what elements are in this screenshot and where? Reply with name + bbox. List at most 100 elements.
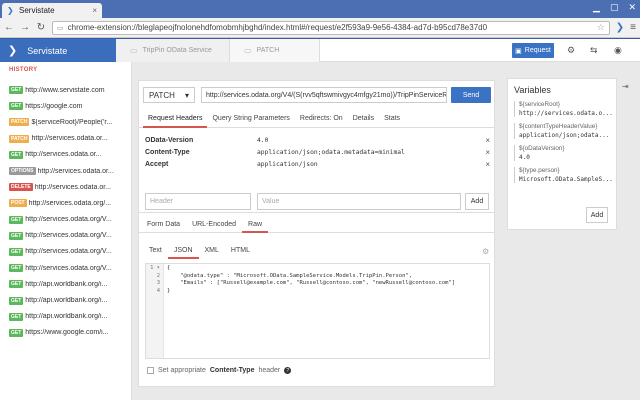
app-name: Servistate bbox=[27, 45, 68, 56]
method-badge: OPTIONS bbox=[9, 167, 36, 176]
send-button[interactable]: Send bbox=[451, 87, 491, 103]
folder-icon: ▭ bbox=[130, 46, 138, 55]
history-item[interactable]: GET http://api.worldbank.org/i... bbox=[9, 292, 129, 308]
tab-body-1[interactable]: URL-Encoded bbox=[186, 217, 242, 233]
browser-tab[interactable]: ❯ Servistate × bbox=[2, 3, 102, 18]
history-item[interactable]: GET http://api.worldbank.org/i... bbox=[9, 309, 129, 325]
help-icon[interactable]: ? bbox=[284, 367, 292, 374]
history-item[interactable]: POST http://services.odata.org/... bbox=[9, 195, 129, 211]
editor-code[interactable]: { "@odata.type" : "Microsoft.OData.Sampl… bbox=[164, 264, 489, 358]
variables-title: Variables bbox=[514, 85, 551, 95]
remove-header-icon[interactable]: × bbox=[482, 160, 490, 169]
line-number: 2 bbox=[156, 272, 160, 279]
header-value[interactable]: 4.0 bbox=[257, 137, 482, 144]
reload-icon[interactable]: ↻ bbox=[36, 22, 46, 33]
page-info-icon[interactable]: ▭ bbox=[57, 24, 64, 32]
history-url: http://services.odata.or... bbox=[37, 167, 114, 175]
breadcrumb-collection[interactable]: ▭ TripPin OData Service bbox=[116, 39, 230, 62]
header-name[interactable]: OData-Version bbox=[145, 137, 257, 144]
omnibox-url[interactable]: chrome-extension://bleglapeojfnolonehdfo… bbox=[68, 23, 487, 32]
ct-label-prefix: Set appropriate bbox=[158, 367, 206, 374]
code-editor[interactable]: 1 ▾ 2 3 4 { "@odata.type" : "Microsoft.ODat… bbox=[145, 263, 490, 359]
header-value[interactable]: application/json bbox=[257, 161, 482, 168]
header-name[interactable]: Accept bbox=[145, 161, 257, 168]
add-header-button[interactable]: Add bbox=[465, 193, 489, 210]
close-window-icon[interactable]: ✕ bbox=[628, 2, 636, 13]
tab-request-0[interactable]: Request Headers bbox=[143, 112, 208, 128]
history-item[interactable]: GET http://services.odata.org/V... bbox=[9, 212, 129, 228]
remove-header-icon[interactable]: × bbox=[482, 148, 490, 157]
history-url: http://services.odata.or... bbox=[34, 183, 111, 191]
tab-format-1[interactable]: JSON bbox=[167, 245, 199, 259]
line-number: 1 ▾ bbox=[150, 265, 160, 271]
variable-item[interactable]: ${oDataVersion} 4.0 bbox=[514, 145, 613, 161]
code-line[interactable]: } bbox=[167, 288, 489, 296]
tab-body-2[interactable]: Raw bbox=[242, 217, 269, 233]
new-request-button[interactable]: ▣ Request bbox=[512, 43, 554, 58]
history-item[interactable]: GET http://services.odata.org/V... bbox=[9, 260, 129, 276]
tab-format-3[interactable]: HTML bbox=[225, 245, 256, 259]
code-line[interactable]: "@odata.type" : "Microsoft.OData.SampleS… bbox=[167, 273, 489, 281]
history-item[interactable]: PATCH http://services.odata.or... bbox=[9, 131, 129, 147]
maximize-icon[interactable]: ▢ bbox=[610, 2, 619, 13]
remove-header-icon[interactable]: × bbox=[482, 136, 490, 145]
brand[interactable]: ❯ Servistate bbox=[0, 39, 116, 62]
history-item[interactable]: DELETE http://services.odata.or... bbox=[9, 179, 129, 195]
header-value[interactable]: application/json;odata.metadata=minimal bbox=[257, 149, 482, 156]
method-select[interactable]: PATCH ▾ bbox=[143, 87, 195, 103]
tab-close-icon[interactable]: × bbox=[92, 6, 97, 15]
code-line[interactable]: { bbox=[167, 265, 489, 273]
editor-settings-icon[interactable]: ⚙ bbox=[482, 247, 489, 256]
method-badge: PATCH bbox=[9, 134, 30, 143]
history-item[interactable]: GET http://api.worldbank.org/i... bbox=[9, 276, 129, 292]
new-value-input[interactable]: Value bbox=[257, 193, 461, 210]
tab-request-4[interactable]: Stats bbox=[379, 112, 405, 128]
gear-icon[interactable]: ⚙ bbox=[567, 45, 575, 56]
browser-menu-icon[interactable]: ≡ bbox=[630, 22, 636, 33]
tab-request-1[interactable]: Query String Parameters bbox=[207, 112, 294, 128]
tab-format-2[interactable]: XML bbox=[199, 245, 225, 259]
method-badge: GET bbox=[9, 102, 24, 111]
header-row: Accept application/json × bbox=[145, 158, 490, 170]
variables-panel: Variables ${serviceRoot} http://services.… bbox=[507, 78, 617, 230]
variable-item[interactable]: ${serviceRoot} http://services.odata.o... bbox=[514, 101, 613, 117]
method-badge: GET bbox=[9, 150, 24, 159]
history-item[interactable]: GET http://services.odata.org/V... bbox=[9, 244, 129, 260]
tab-format-0[interactable]: Text bbox=[143, 245, 168, 259]
variable-value: application/json;odata... bbox=[519, 132, 610, 139]
content-type-checkbox[interactable] bbox=[147, 367, 154, 374]
back-icon[interactable]: ← bbox=[4, 22, 14, 33]
omnibox[interactable]: ▭ chrome-extension://bleglapeojfnolonehd… bbox=[52, 20, 610, 35]
history-item[interactable]: GET http://www.servistate.com bbox=[9, 82, 129, 98]
url-input[interactable]: http://services.odata.org/V4/(S(rvv5qfts… bbox=[201, 87, 447, 103]
bookmark-star-icon[interactable]: ☆ bbox=[597, 22, 605, 33]
history-item[interactable]: OPTIONS http://services.odata.or... bbox=[9, 163, 129, 179]
swap-icon[interactable]: ⇆ bbox=[590, 45, 598, 56]
minimize-icon[interactable]: ▁ bbox=[593, 2, 600, 13]
history-item[interactable]: GET https://google.com bbox=[9, 98, 129, 114]
history-item[interactable]: GET http://services.odata.or... bbox=[9, 147, 129, 163]
history-item[interactable]: GET http://services.odata.org/V... bbox=[9, 228, 129, 244]
history-url: http://services.odata.org/V... bbox=[25, 216, 112, 224]
header-name[interactable]: Content-Type bbox=[145, 149, 257, 156]
breadcrumb-request[interactable]: ▭ PATCH bbox=[230, 39, 320, 62]
breadcrumb: ▭ TripPin OData Service ▭ PATCH bbox=[116, 39, 320, 62]
tab-request-2[interactable]: Redirects: On bbox=[295, 112, 348, 128]
new-header-input[interactable]: Header bbox=[145, 193, 251, 210]
body-panel: Form Data URL-Encoded Raw Text JSON XML HTML … bbox=[138, 212, 495, 387]
variable-name: ${oDataVersion} bbox=[519, 145, 565, 152]
history-item[interactable]: PATCH ${serviceRoot}/People('r... bbox=[9, 114, 129, 130]
collapse-panel-icon[interactable]: ⇥ bbox=[622, 82, 629, 91]
code-line[interactable]: "Emails" : ["Russell@example.com", "Russ… bbox=[167, 280, 489, 288]
forward-icon[interactable]: → bbox=[20, 22, 30, 33]
tab-request-3[interactable]: Details bbox=[348, 112, 379, 128]
globe-icon[interactable]: ◉ bbox=[614, 45, 622, 56]
tab-body-0[interactable]: Form Data bbox=[141, 217, 186, 233]
format-tabs: Text JSON XML HTML bbox=[143, 245, 256, 259]
add-variable-button[interactable]: Add bbox=[586, 207, 608, 223]
variable-item[interactable]: ${contentTypeHeaderValue} application/jso… bbox=[514, 123, 613, 139]
history-item[interactable]: GET https://www.google.com/i... bbox=[9, 325, 129, 341]
servistate-extension-icon[interactable]: ❯ bbox=[616, 22, 624, 33]
caret-down-icon: ▾ bbox=[184, 90, 189, 100]
variable-item[interactable]: ${type.person} Microsoft.OData.SampleS... bbox=[514, 167, 613, 183]
